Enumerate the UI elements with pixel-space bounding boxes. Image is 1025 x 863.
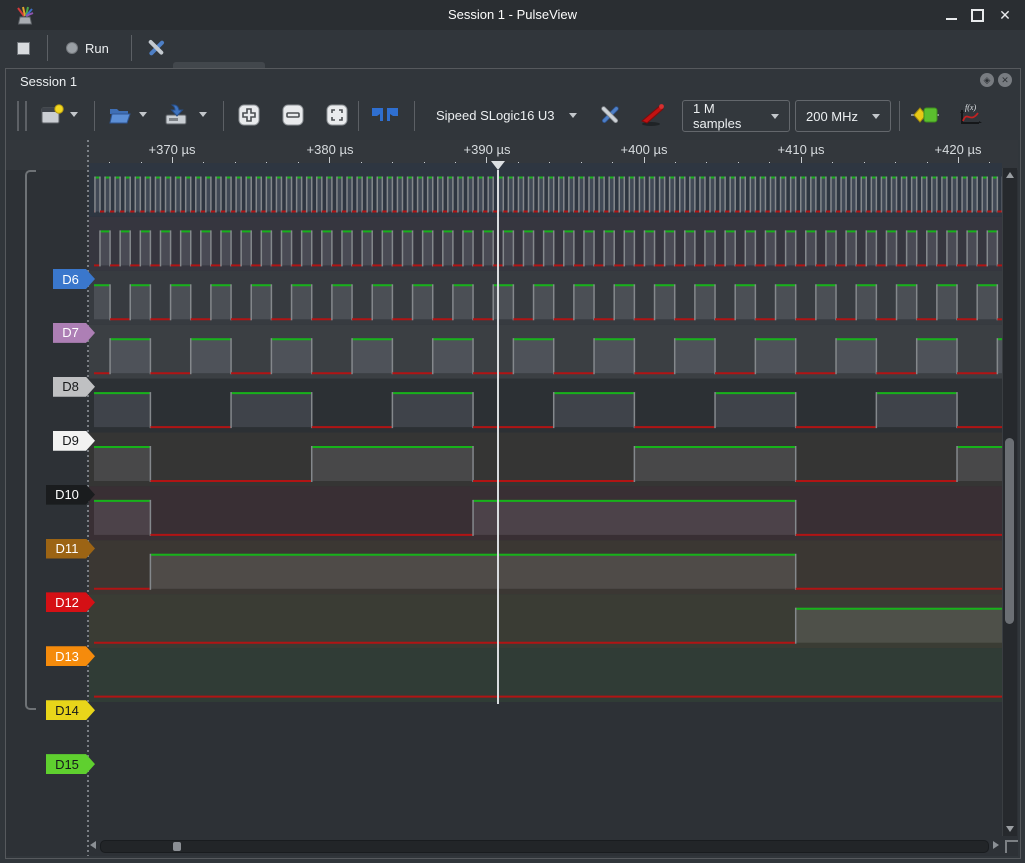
- trace-view[interactable]: +370 µs +380 µs +390 µs +400 µs +410 µs +420 …: [6, 140, 1018, 856]
- save-icon: [163, 102, 189, 128]
- close-button[interactable]: ✕: [997, 8, 1013, 22]
- ruler-label: +420 µs: [935, 142, 982, 157]
- zoom-in-button[interactable]: [233, 99, 265, 131]
- channel-tag-D14[interactable]: D14: [46, 700, 95, 720]
- scroll-up-icon[interactable]: [1006, 172, 1014, 178]
- minimize-button[interactable]: [943, 8, 959, 22]
- vertical-scroll-thumb[interactable]: [1005, 438, 1014, 624]
- channel-tag-D9[interactable]: D9: [53, 431, 95, 451]
- toolbar-separator: [131, 35, 132, 61]
- zoom-in-icon: [237, 103, 261, 127]
- channel-tag-D11[interactable]: D11: [46, 539, 95, 559]
- open-dropdown-caret[interactable]: [139, 112, 147, 117]
- scroll-right-icon[interactable]: [993, 841, 999, 849]
- scrollbar-corner: [1005, 840, 1018, 853]
- trace-row-bg-D10: [89, 379, 1002, 433]
- probe-icon: [639, 102, 665, 128]
- run-state-icon: [66, 42, 78, 54]
- ruler-label: +390 µs: [464, 142, 511, 157]
- waveform-canvas[interactable]: [89, 163, 1002, 708]
- sample-count-select[interactable]: 1 M samples: [682, 100, 790, 132]
- toolbar-separator: [414, 101, 415, 131]
- channel-tag-D8[interactable]: D8: [53, 377, 95, 397]
- scroll-left-icon[interactable]: [90, 841, 96, 849]
- sample-rate-select[interactable]: 200 MHz: [795, 100, 891, 132]
- channel-tag-D15[interactable]: D15: [46, 754, 95, 774]
- stop-button[interactable]: [10, 35, 36, 61]
- dock-close-icon[interactable]: ✕: [998, 73, 1012, 87]
- decoder-icon: [910, 103, 940, 127]
- sample-rate-value: 200 MHz: [806, 109, 858, 124]
- trace-row-bg-D11: [89, 433, 1002, 487]
- cursors-icon: [370, 103, 400, 127]
- dock-float-icon[interactable]: ◈: [980, 73, 994, 87]
- ruler-label: +400 µs: [621, 142, 668, 157]
- toolbar-separator: [899, 101, 900, 131]
- dock-title: Session 1: [20, 74, 77, 89]
- toolbar-separator: [223, 101, 224, 131]
- new-session-dropdown-caret[interactable]: [70, 112, 78, 117]
- horizontal-scroll-track[interactable]: [100, 840, 989, 853]
- device-label: Sipeed SLogic16 U3: [436, 108, 555, 123]
- tools-icon: [145, 37, 167, 59]
- zoom-fit-icon: [325, 103, 349, 127]
- horizontal-scroll-thumb[interactable]: [173, 842, 181, 851]
- add-math-signal-button[interactable]: f(x): [954, 99, 986, 131]
- trigger-marker-line[interactable]: [497, 170, 499, 704]
- new-session-button[interactable]: [36, 99, 68, 131]
- channel-tag-D13[interactable]: D13: [46, 646, 95, 666]
- stop-icon: [17, 42, 30, 55]
- zoom-fit-button[interactable]: [321, 99, 353, 131]
- ruler-label: +370 µs: [149, 142, 196, 157]
- svg-text:f(x): f(x): [965, 103, 976, 112]
- channels-button[interactable]: [636, 99, 668, 131]
- window-title: Session 1 - PulseView: [0, 7, 1025, 22]
- channel-tag-D7[interactable]: D7: [53, 323, 95, 343]
- zoom-out-button[interactable]: [277, 99, 309, 131]
- horizontal-scrollbar[interactable]: [89, 838, 1000, 853]
- vertical-scrollbar[interactable]: [1002, 168, 1017, 836]
- settings-button[interactable]: [142, 35, 170, 61]
- add-decoder-button[interactable]: [909, 99, 941, 131]
- ruler-label: +380 µs: [307, 142, 354, 157]
- toolbar-drag-handle[interactable]: [17, 101, 27, 131]
- new-session-icon: [39, 102, 65, 128]
- run-button[interactable]: Run: [58, 35, 117, 61]
- trace-group-bracket[interactable]: [25, 170, 36, 710]
- open-file-button[interactable]: [104, 99, 136, 131]
- title-bar[interactable]: Session 1 - PulseView ✕: [0, 0, 1025, 30]
- channel-tag-D6[interactable]: D6: [53, 269, 95, 289]
- pulseview-window: { "window": { "title": "Session 1 - Puls…: [0, 0, 1025, 863]
- save-dropdown-caret[interactable]: [199, 112, 207, 117]
- sample-count-caret: [771, 114, 779, 119]
- toolbar-separator: [358, 101, 359, 131]
- ruler-label: +410 µs: [778, 142, 825, 157]
- channel-tag-D12[interactable]: D12: [46, 592, 95, 612]
- open-folder-icon: [107, 102, 133, 128]
- zoom-out-icon: [281, 103, 305, 127]
- configure-icon: [598, 103, 622, 127]
- sample-rate-caret: [872, 114, 880, 119]
- configure-device-button[interactable]: [594, 99, 626, 131]
- session-toolbar: Sipeed SLogic16 U3 1 M samples 200 MHz: [6, 93, 1018, 139]
- device-dropdown-caret: [569, 113, 577, 118]
- math-fx-icon: f(x): [957, 102, 983, 128]
- device-select[interactable]: Sipeed SLogic16 U3: [430, 100, 583, 130]
- toolbar-separator: [47, 35, 48, 61]
- main-toolbar: Run Session 1 ✕: [0, 30, 1025, 66]
- run-label: Run: [85, 41, 109, 56]
- session-dock: Session 1 ◈ ✕: [5, 68, 1021, 859]
- maximize-button[interactable]: [969, 8, 985, 22]
- scroll-down-icon[interactable]: [1006, 826, 1014, 832]
- show-cursors-button[interactable]: [369, 99, 401, 131]
- save-button[interactable]: [160, 99, 192, 131]
- toolbar-separator: [94, 101, 95, 131]
- channel-tag-D10[interactable]: D10: [46, 485, 95, 505]
- trigger-marker-icon[interactable]: [491, 161, 505, 170]
- trace-row-bg-D15: [89, 648, 1002, 702]
- sample-count-value: 1 M samples: [693, 101, 763, 131]
